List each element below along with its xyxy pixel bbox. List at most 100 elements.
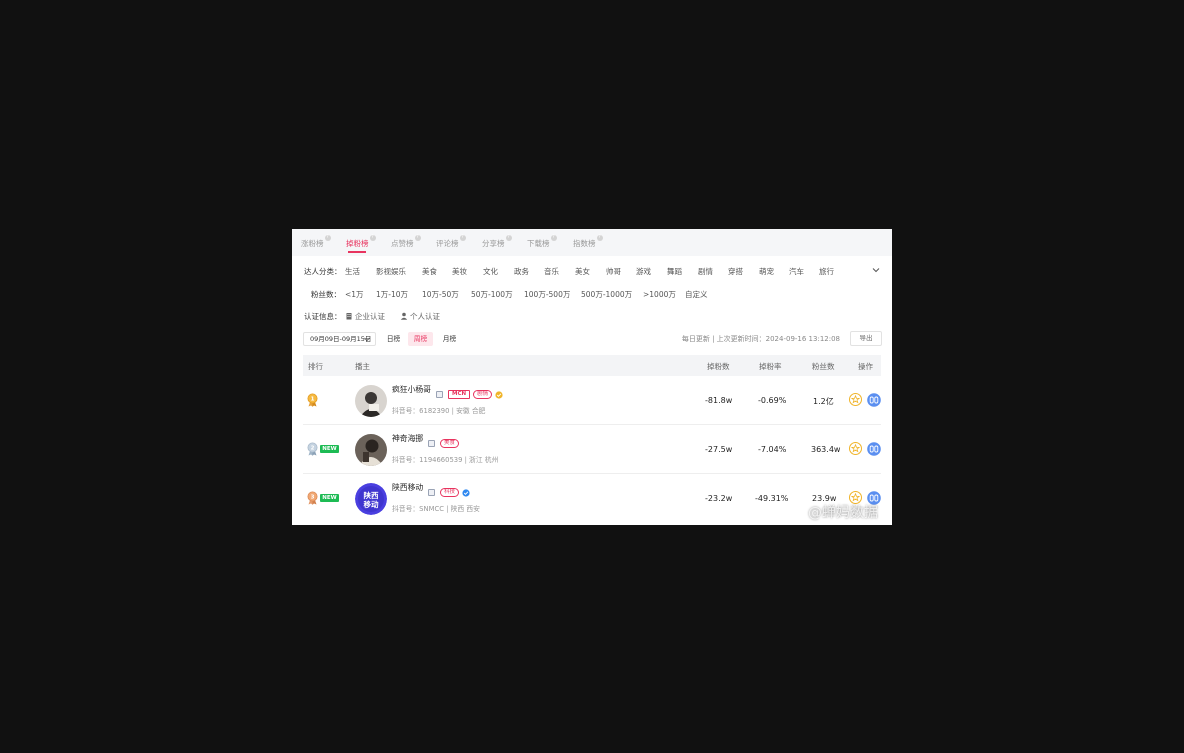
bronze-medal-icon: 3 <box>307 491 318 505</box>
table-header: 排行 播主 掉粉数 掉粉率 粉丝数 操作 <box>303 355 881 376</box>
table-row[interactable]: 1 疯狂小杨哥 MCN 剧情 抖音号：6182390 | 安徽 合肥 -81.8w… <box>303 376 881 425</box>
header-host: 播主 <box>355 362 370 371</box>
category-option[interactable]: 美妆 <box>452 266 467 277</box>
gold-medal-icon: 1 <box>307 393 318 407</box>
lost-fans-value: -81.8w <box>705 396 733 405</box>
header-fans[interactable]: 粉丝数 <box>812 361 835 372</box>
category-option[interactable]: 萌宠 <box>759 266 774 277</box>
category-tag: 科技 <box>440 488 460 497</box>
category-option[interactable]: 穿搭 <box>728 266 743 277</box>
host-meta: 美食 <box>428 433 462 448</box>
svg-text:3: 3 <box>311 495 315 501</box>
new-badge: NEW <box>320 445 339 453</box>
compare-icon[interactable] <box>867 393 881 407</box>
fans-range-option[interactable]: <1万 <box>345 289 364 300</box>
host-name[interactable]: 神奇海挪 <box>392 433 423 444</box>
tab-shares[interactable]: 分享榜? <box>482 235 512 252</box>
svg-text:陕西: 陕西 <box>364 490 379 500</box>
last-update-info: 每日更新 | 上次更新时间：2024-09-16 13:12:08 <box>681 335 840 343</box>
header-lost-rate[interactable]: 掉粉率 <box>759 361 782 372</box>
fans-range-option[interactable]: 1万-10万 <box>376 289 408 300</box>
help-icon: ? <box>414 235 421 241</box>
cert-personal-option[interactable]: 个人认证 <box>400 311 440 322</box>
tab-fans-loss[interactable]: 掉粉榜? <box>346 235 376 252</box>
help-icon: ? <box>324 235 331 241</box>
host-name[interactable]: 疯狂小杨哥 <box>392 384 431 395</box>
category-option[interactable]: 游戏 <box>636 266 651 277</box>
gold-verified-icon <box>495 390 503 399</box>
category-option[interactable]: 文化 <box>483 266 498 277</box>
category-filter-label: 达人分类： <box>304 267 342 276</box>
tab-likes[interactable]: 点赞榜? <box>391 235 421 252</box>
avatar-image <box>355 385 387 417</box>
ranking-panel: 涨粉榜? 掉粉榜? 点赞榜? 评论榜? 分享榜? 下载榜? 指数榜? 达人分类：… <box>292 229 892 525</box>
category-option[interactable]: 旅行 <box>819 266 834 277</box>
fans-range-option[interactable]: 100万-500万 <box>524 289 570 300</box>
help-icon: ? <box>505 235 512 241</box>
svg-text:移动: 移动 <box>364 499 379 509</box>
avatar-image: 陕西移动 <box>355 483 387 515</box>
tab-comments[interactable]: 评论榜? <box>436 235 466 252</box>
host-meta: 科技 <box>428 482 470 497</box>
fans-value: 1.2亿 <box>813 397 834 406</box>
compare-icon[interactable] <box>867 442 881 456</box>
avatar[interactable]: 陕西 移动 <box>355 483 387 515</box>
new-badge: NEW <box>320 494 339 502</box>
category-option[interactable]: 影视娱乐 <box>376 266 406 277</box>
table-row[interactable]: 2 NEW 神奇海挪 美食 抖音号：1194660539 | 浙江 杭州 -27… <box>303 425 881 474</box>
category-option[interactable]: 帅哥 <box>606 266 621 277</box>
lost-fans-value: -27.5w <box>705 445 733 454</box>
chevron-down-icon <box>364 337 370 342</box>
watermark: @蝉妈数据 <box>788 502 878 522</box>
lost-rate-value: -0.69% <box>758 396 787 405</box>
fans-range-option[interactable]: 自定义 <box>685 289 708 300</box>
header-ops: 操作 <box>858 362 873 371</box>
cert-enterprise-option[interactable]: 企业认证 <box>345 311 385 322</box>
avatar[interactable] <box>355 385 387 417</box>
category-option[interactable]: 生活 <box>345 266 360 277</box>
fans-range-option[interactable]: >1000万 <box>643 289 676 300</box>
favorite-star-icon[interactable] <box>849 393 862 406</box>
lost-rate-value: -7.04% <box>758 445 787 454</box>
category-option[interactable]: 美食 <box>422 266 437 277</box>
avatar[interactable] <box>355 434 387 466</box>
period-daily[interactable]: 日榜 <box>381 332 406 346</box>
lost-rate-value: -49.31% <box>755 494 789 503</box>
tab-fans-gain[interactable]: 涨粉榜? <box>301 235 331 252</box>
tab-index[interactable]: 指数榜? <box>573 235 603 252</box>
expand-chevron-icon[interactable] <box>872 266 880 274</box>
category-option[interactable]: 舞蹈 <box>667 266 682 277</box>
active-tab-indicator <box>348 251 366 253</box>
person-icon <box>400 312 408 320</box>
period-weekly[interactable]: 周榜 <box>408 332 433 346</box>
blue-verified-icon <box>462 488 470 497</box>
category-tag: 剧情 <box>473 390 493 399</box>
building-icon <box>346 313 352 320</box>
fans-range-option[interactable]: 10万-50万 <box>422 289 459 300</box>
export-button[interactable]: 导出 <box>850 331 882 346</box>
category-option[interactable]: 音乐 <box>544 266 559 277</box>
host-name[interactable]: 陕西移动 <box>392 482 423 493</box>
svg-text:2: 2 <box>311 446 315 452</box>
header-rank: 排行 <box>308 362 323 371</box>
mcn-tag: MCN <box>448 390 471 399</box>
host-meta: MCN 剧情 <box>436 384 503 399</box>
fans-range-option[interactable]: 500万-1000万 <box>581 289 632 300</box>
date-range-select[interactable]: 09月09日-09月15日 <box>303 332 376 346</box>
silver-medal-icon: 2 <box>307 442 318 456</box>
favorite-star-icon[interactable] <box>849 442 862 455</box>
fans-range-option[interactable]: 50万-100万 <box>471 289 513 300</box>
svg-text:1: 1 <box>311 397 315 403</box>
avatar-image <box>355 434 387 466</box>
category-option[interactable]: 政务 <box>514 266 529 277</box>
profile-card-icon[interactable] <box>428 440 435 447</box>
category-option[interactable]: 汽车 <box>789 266 804 277</box>
account-info: 抖音号：SNMCC | 陕西 西安 <box>392 505 480 513</box>
period-monthly[interactable]: 月榜 <box>437 332 462 346</box>
profile-card-icon[interactable] <box>436 391 443 398</box>
category-option[interactable]: 剧情 <box>698 266 713 277</box>
header-lost-fans[interactable]: 掉粉数 <box>707 361 730 372</box>
category-option[interactable]: 美女 <box>575 266 590 277</box>
tab-downloads[interactable]: 下载榜? <box>527 235 557 252</box>
profile-card-icon[interactable] <box>428 489 435 496</box>
